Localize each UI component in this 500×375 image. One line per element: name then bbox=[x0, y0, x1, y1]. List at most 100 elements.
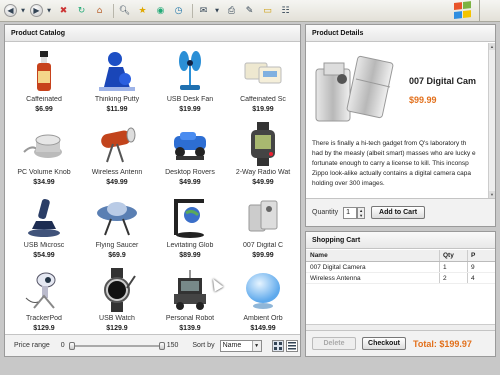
mail-icon[interactable]: ✉ bbox=[196, 3, 211, 18]
checkout-button[interactable]: Checkout bbox=[362, 337, 406, 350]
windows-logo-icon bbox=[454, 1, 472, 19]
radio-watch-icon bbox=[241, 122, 285, 166]
description-line: holding over 300 images. bbox=[312, 180, 385, 187]
cart-item-qty: 1 bbox=[440, 262, 468, 272]
product-price: $54.99 bbox=[33, 252, 55, 259]
product-tile[interactable]: Caffeinated Sc $19.99 bbox=[229, 43, 297, 116]
product-name: USB Watch bbox=[99, 315, 135, 322]
product-tile[interactable]: Thinking Putty $11.99 bbox=[83, 43, 151, 116]
product-tile[interactable]: 2-Way Radio Wat $49.99 bbox=[229, 116, 297, 189]
history-icon[interactable]: ◷ bbox=[171, 3, 186, 18]
grid-view-button[interactable] bbox=[271, 339, 284, 352]
catalog-title: Product Catalog bbox=[5, 25, 300, 42]
slider-max-thumb[interactable] bbox=[158, 341, 165, 350]
favorites-icon[interactable]: ★ bbox=[135, 3, 150, 18]
search-icon[interactable]: 🔍︎ bbox=[117, 3, 132, 18]
hot-sauce-bottle-icon bbox=[22, 49, 66, 93]
details-scrollbar[interactable]: ▲ ▼ bbox=[488, 43, 495, 198]
table-row[interactable]: 007 Digital Camera 1 9 bbox=[306, 262, 495, 273]
discuss-icon[interactable]: ☷ bbox=[278, 3, 293, 18]
product-tile[interactable]: USB Watch $129.9 bbox=[83, 262, 151, 335]
forward-icon[interactable]: ▶ bbox=[30, 4, 43, 17]
product-tile[interactable]: USB Desk Fan $19.99 bbox=[156, 43, 224, 116]
product-name: 007 Digital C bbox=[242, 242, 284, 249]
list-view-button[interactable] bbox=[285, 339, 298, 352]
forward-dropdown-icon[interactable]: ▼ bbox=[46, 3, 52, 18]
add-to-cart-button[interactable]: Add to Cart bbox=[371, 206, 426, 219]
product-tile[interactable]: Ambient Orb $149.99 bbox=[229, 262, 297, 335]
product-name: Desktop Rovers bbox=[165, 169, 215, 176]
levitating-globe-icon bbox=[168, 195, 212, 239]
catalog-footer: Price range 0 150 Sort by Name ▼ bbox=[5, 334, 300, 356]
logo-red-pane bbox=[454, 2, 462, 10]
product-catalog-panel: Product Catalog Caffeinated $6.99 Thinki… bbox=[4, 24, 301, 357]
product-price: $6.99 bbox=[35, 106, 53, 113]
antenna-icon bbox=[95, 122, 139, 166]
product-price: $129.9 bbox=[106, 325, 128, 332]
product-tile[interactable]: 007 Digital C $99.99 bbox=[229, 189, 297, 262]
product-name: USB Desk Fan bbox=[166, 96, 214, 103]
edit-icon[interactable]: ✎ bbox=[242, 3, 257, 18]
cart-total: Total: $199.97 bbox=[413, 338, 472, 349]
lighter-camera-image bbox=[312, 55, 394, 129]
price-min-label: 0 bbox=[60, 342, 65, 349]
quantity-input[interactable]: 1 bbox=[343, 206, 358, 219]
slider-min-thumb[interactable] bbox=[68, 341, 75, 350]
product-price: $129.9 bbox=[33, 325, 55, 332]
back-dropdown-icon[interactable]: ▼ bbox=[20, 3, 26, 18]
table-row[interactable]: Wireless Antenna 2 4 bbox=[306, 273, 495, 284]
delete-button[interactable]: Delete bbox=[312, 337, 356, 350]
product-tile[interactable]: PC Volume Knob $34.99 bbox=[10, 116, 78, 189]
quantity-stepper[interactable]: ▲ ▼ bbox=[357, 206, 366, 219]
folder-icon[interactable]: ▭ bbox=[260, 3, 275, 18]
product-price: $69.9 bbox=[108, 252, 126, 259]
product-tile[interactable]: USB Microsc $54.99 bbox=[10, 189, 78, 262]
product-tile[interactable]: Personal Robot $139.9 bbox=[156, 262, 224, 335]
rover-car-icon bbox=[168, 122, 212, 166]
toolbar-separator bbox=[479, 0, 480, 22]
product-name: Flying Saucer bbox=[95, 242, 139, 249]
sort-value: Name bbox=[222, 341, 242, 349]
stop-icon[interactable]: ✖ bbox=[56, 3, 71, 18]
product-tile[interactable]: Levitating Glob $89.99 bbox=[156, 189, 224, 262]
mail-dropdown-icon[interactable]: ▼ bbox=[214, 3, 220, 18]
price-range-label: Price range bbox=[14, 342, 50, 349]
product-price: $99.99 bbox=[252, 252, 274, 259]
product-price: $34.99 bbox=[33, 179, 55, 186]
product-price: $19.99 bbox=[179, 106, 201, 113]
product-name: PC Volume Knob bbox=[17, 169, 71, 176]
price-range-slider[interactable] bbox=[68, 341, 165, 351]
scroll-up-icon[interactable]: ▲ bbox=[489, 43, 495, 50]
product-tile[interactable]: Wireless Antenn $49.99 bbox=[83, 116, 151, 189]
chevron-down-icon: ▼ bbox=[251, 340, 261, 351]
product-tile[interactable]: Caffeinated $6.99 bbox=[10, 43, 78, 116]
scroll-down-icon[interactable]: ▼ bbox=[489, 191, 495, 198]
media-icon[interactable]: ◉ bbox=[153, 3, 168, 18]
ambient-orb-icon bbox=[241, 268, 285, 312]
back-icon[interactable]: ◀ bbox=[4, 4, 17, 17]
toolbar-separator bbox=[192, 3, 193, 18]
logo-yellow-pane bbox=[463, 9, 471, 18]
column-header-qty[interactable]: Qty bbox=[440, 250, 468, 261]
description-line: There is finally a hi-tech gadget from Q… bbox=[312, 140, 467, 147]
home-icon[interactable]: ⌂ bbox=[92, 3, 107, 18]
column-header-price[interactable]: P bbox=[468, 250, 495, 261]
product-name: Levitating Glob bbox=[166, 242, 214, 249]
product-tile[interactable]: TrackerPod $129.9 bbox=[10, 262, 78, 335]
refresh-icon[interactable]: ↻ bbox=[74, 3, 89, 18]
cart-item-name: 007 Digital Camera bbox=[306, 262, 440, 272]
product-name: 2-Way Radio Wat bbox=[235, 169, 291, 176]
product-tile[interactable]: Flying Saucer $69.9 bbox=[83, 189, 151, 262]
column-header-name[interactable]: Name bbox=[306, 250, 440, 261]
product-name: Personal Robot bbox=[165, 315, 215, 322]
product-tile[interactable]: Desktop Rovers $49.99 bbox=[156, 116, 224, 189]
cart-table: Name Qty P 007 Digital Camera 1 9 Wirele… bbox=[306, 250, 495, 328]
print-icon[interactable]: ⎙ bbox=[224, 3, 239, 18]
desk-fan-icon bbox=[168, 49, 212, 93]
stepper-down-icon[interactable]: ▼ bbox=[358, 213, 364, 218]
sort-select[interactable]: Name ▼ bbox=[219, 339, 262, 352]
lighter-camera-icon bbox=[241, 195, 285, 239]
microscope-icon bbox=[22, 195, 66, 239]
description-line: fortunate enough to carry a license to k… bbox=[312, 160, 469, 167]
volume-knob-icon bbox=[22, 122, 66, 166]
